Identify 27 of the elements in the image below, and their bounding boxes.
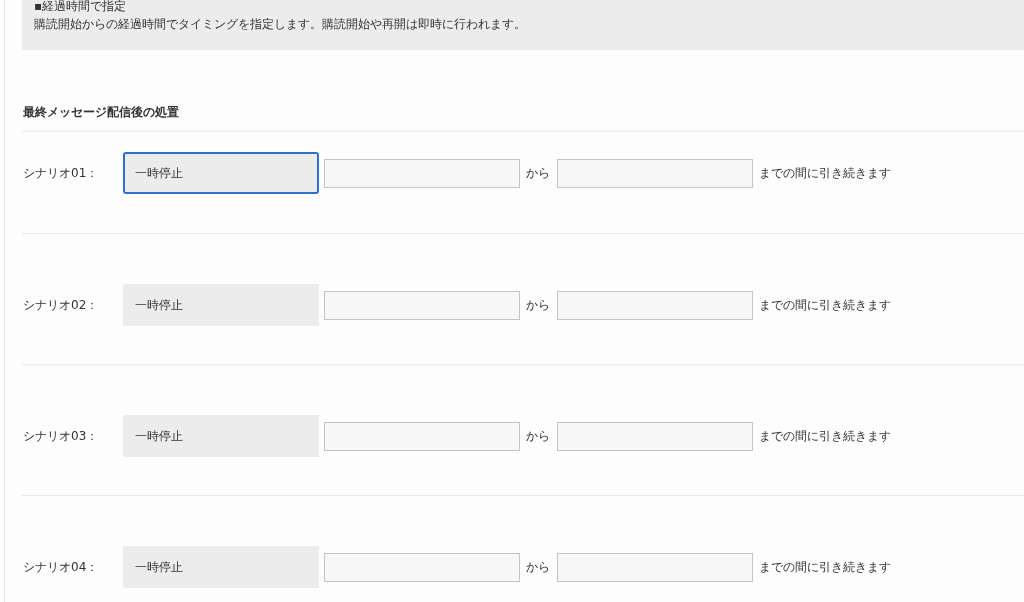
input-field[interactable] (324, 552, 520, 582)
suffix-text: までの間に引き続きます (758, 297, 891, 314)
input-field[interactable] (324, 158, 520, 188)
input-field[interactable] (557, 421, 753, 451)
suffix-text: までの間に引き続きます (758, 559, 891, 576)
section-heading: 最終メッセージ配信後の処置 (22, 104, 180, 121)
connector-text: から (525, 428, 551, 445)
scenario-label: シナリオ03： (22, 428, 100, 445)
action-select[interactable]: 一時停止 (123, 415, 319, 457)
action-select[interactable]: 一時停止 (123, 152, 319, 194)
input-field[interactable] (324, 421, 520, 451)
info-title: ▪経過時間で指定 (34, 0, 128, 14)
action-select[interactable]: 一時停止 (123, 546, 319, 588)
input-field[interactable] (324, 290, 520, 320)
input-field[interactable] (557, 158, 753, 188)
suffix-text: までの間に引き続きます (758, 165, 891, 182)
scenario-label: シナリオ04： (22, 559, 100, 576)
connector-text: から (525, 165, 551, 182)
input-field[interactable] (557, 552, 753, 582)
connector-text: から (525, 559, 551, 576)
action-select[interactable]: 一時停止 (123, 284, 319, 326)
scenario-label: シナリオ02： (22, 297, 100, 314)
suffix-text: までの間に引き続きます (758, 428, 891, 445)
input-field[interactable] (557, 290, 753, 320)
connector-text: から (525, 297, 551, 314)
scenario-label: シナリオ01： (22, 165, 100, 182)
info-description: 購読開始からの経過時間でタイミングを指定します。購読開始や再開は即時に行われます。 (34, 16, 527, 33)
